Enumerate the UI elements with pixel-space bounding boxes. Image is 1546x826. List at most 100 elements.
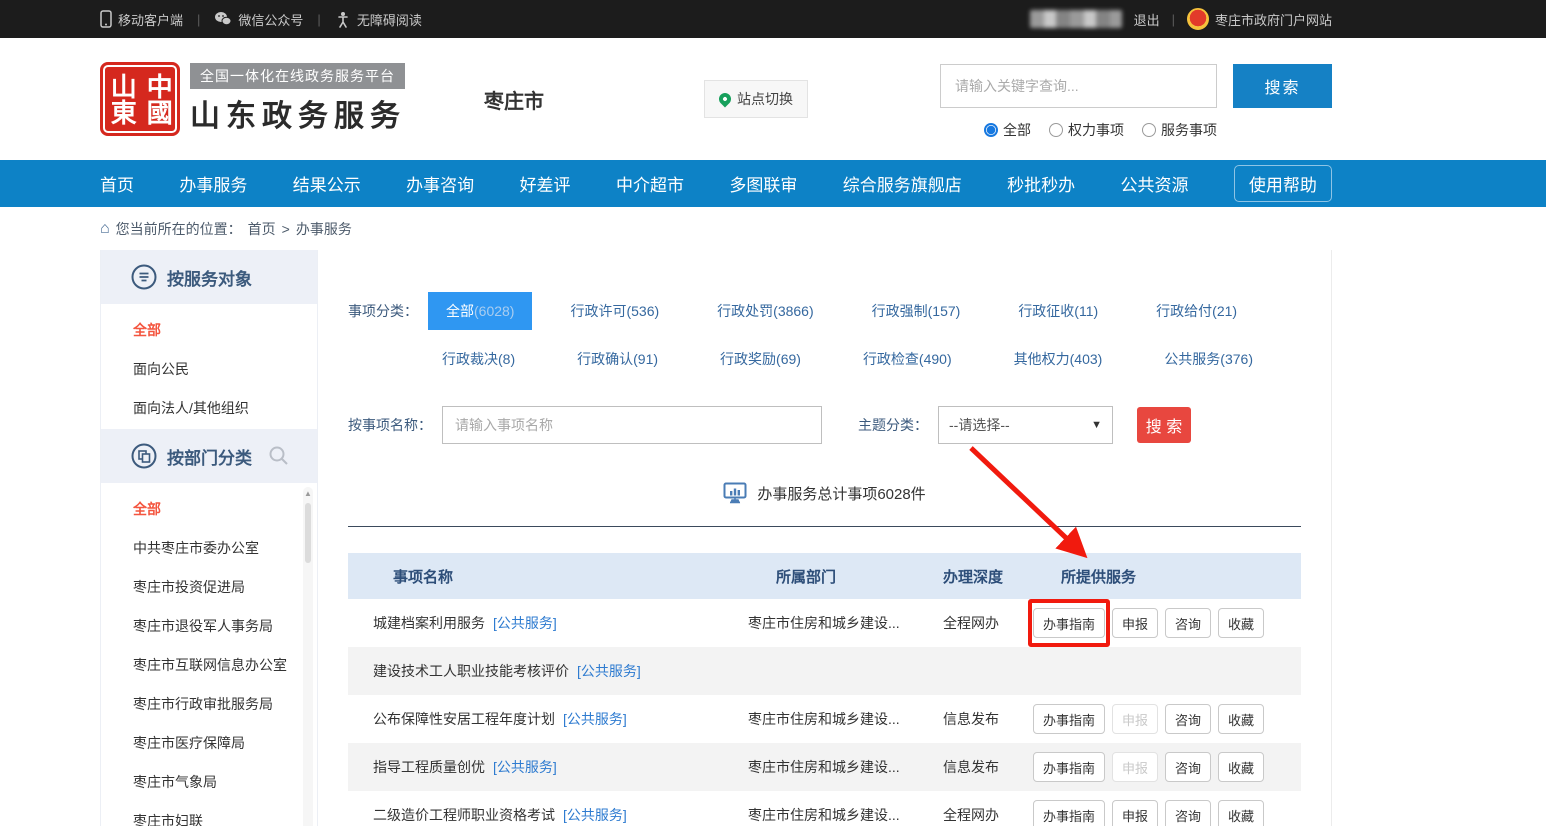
consult-button[interactable]: 咨询 [1165,608,1211,638]
consult-button[interactable]: 咨询 [1165,704,1211,734]
apply-button[interactable]: 申报 [1112,608,1158,638]
col-department: 所属部门 [748,566,943,587]
site-switch-button[interactable]: 站点切换 [704,80,808,118]
department-item[interactable]: 中共枣庄市委办公室 [101,528,317,567]
breadcrumb-current[interactable]: 办事服务 [296,219,352,239]
topic-category-select[interactable]: --请选择-- ▼ [938,406,1113,444]
nav-consult[interactable]: 办事咨询 [406,171,474,196]
keyword-search-input[interactable] [940,64,1217,108]
mobile-client-link[interactable]: 移动客户端 [100,10,183,29]
accessibility-link[interactable]: 无障碍阅读 [335,10,422,29]
category-tab-all[interactable]: 全部(6028) [428,292,532,330]
public-service-tag-link[interactable]: [公共服务] [577,663,641,679]
public-service-tag-link[interactable]: [公共服务] [563,807,627,823]
nav-intermediary[interactable]: 中介超市 [616,171,684,196]
wechat-icon [214,11,232,27]
category-tab[interactable]: 行政给付(21) [1142,292,1251,330]
category-tab[interactable]: 行政处罚(3866) [703,292,827,330]
department-item[interactable]: 枣庄市投资促进局 [101,567,317,606]
item-name-link[interactable]: 二级造价工程师职业资格考试 [373,807,555,823]
item-name-link[interactable]: 建设技术工人职业技能考核评价 [373,663,569,679]
nav-results[interactable]: 结果公示 [293,171,361,196]
item-name-input[interactable] [442,406,822,444]
portal-link[interactable]: 枣庄市政府门户网站 [1187,8,1332,30]
phone-icon [100,10,112,28]
favorite-button[interactable]: 收藏 [1218,752,1264,782]
nav-multi-review[interactable]: 多图联审 [729,171,797,196]
public-service-tag-link[interactable]: [公共服务] [493,615,557,631]
nav-rating[interactable]: 好差评 [520,171,571,196]
nav-public-resources[interactable]: 公共资源 [1121,171,1189,196]
nav-flagship[interactable]: 综合服务旗舰店 [843,171,962,196]
favorite-button[interactable]: 收藏 [1218,800,1264,826]
public-service-tag-link[interactable]: [公共服务] [563,711,627,727]
nav-instant[interactable]: 秒批秒办 [1007,171,1075,196]
category-tab[interactable]: 行政裁决(8) [428,340,529,378]
department-item[interactable]: 枣庄市医疗保障局 [101,723,317,762]
guide-button[interactable]: 办事指南 [1033,704,1105,734]
department-item[interactable]: 枣庄市行政审批服务局 [101,684,317,723]
guide-button[interactable]: 办事指南 [1033,608,1105,638]
category-tab[interactable]: 行政奖励(69) [706,340,815,378]
radio-power-label: 权力事项 [1068,120,1124,140]
category-tab[interactable]: 行政征收(11) [1004,292,1112,330]
category-tab[interactable]: 公共服务(376) [1150,340,1267,378]
username-blurred [1030,10,1122,28]
accessibility-icon [335,11,351,28]
service-object-all[interactable]: 全部 [101,310,317,349]
category-tab[interactable]: 其他权力(403) [1000,340,1117,378]
public-service-tag-link[interactable]: [公共服务] [493,759,557,775]
radio-power-items[interactable]: 权力事项 [1049,120,1124,140]
radio-all[interactable]: 全部 [984,120,1031,140]
service-object-citizen[interactable]: 面向公民 [101,349,317,388]
top-utility-bar: 移动客户端 | 微信公众号 | 无障碍阅读 退出 | 枣庄市政府门户网站 [0,0,1546,38]
item-name-link[interactable]: 公布保障性安居工程年度计划 [373,711,555,727]
apply-button[interactable]: 申报 [1112,800,1158,826]
department-item[interactable]: 枣庄市妇联 [101,801,317,826]
department-all[interactable]: 全部 [101,489,317,528]
wechat-link[interactable]: 微信公众号 [214,10,303,29]
radio-all-label: 全部 [1003,120,1031,140]
scrollbar-thumb[interactable] [305,503,311,563]
guide-button[interactable]: 办事指南 [1033,752,1105,782]
radio-service-label: 服务事项 [1161,120,1217,140]
item-depth: 全程网办 [943,805,1033,825]
category-tab[interactable]: 行政检查(490) [849,340,966,378]
service-object-legal-person[interactable]: 面向法人/其他组织 [101,388,317,427]
favorite-button[interactable]: 收藏 [1218,704,1264,734]
nav-help-button[interactable]: 使用帮助 [1234,165,1332,202]
consult-button[interactable]: 咨询 [1165,752,1211,782]
site-logo-text: 全国一体化在线政务服务平台 山东政务服务 [190,63,406,135]
topic-category-label: 主题分类： [858,415,928,435]
seal-left-chars: 山東 [108,73,137,125]
item-search-button[interactable]: 搜 索 [1137,407,1191,443]
logout-link[interactable]: 退出 [1134,10,1160,29]
department-scrollbar[interactable]: ▲ [303,487,313,826]
category-tab-all-count: (6028) [474,303,514,319]
consult-button[interactable]: 咨询 [1165,800,1211,826]
nav-home[interactable]: 首页 [100,171,134,196]
item-department: 枣庄市住房和城乡建设... [748,613,943,633]
radio-selected-icon [984,123,998,137]
category-tab[interactable]: 行政强制(157) [858,292,975,330]
department-item[interactable]: 枣庄市气象局 [101,762,317,801]
table-row: 指导工程质量创优[公共服务] 枣庄市住房和城乡建设... 信息发布 办事指南 申… [348,743,1301,791]
guide-button[interactable]: 办事指南 [1033,800,1105,826]
favorite-button[interactable]: 收藏 [1218,608,1264,638]
radio-service-items[interactable]: 服务事项 [1142,120,1217,140]
site-header: 山東 中國 全国一体化在线政务服务平台 山东政务服务 枣庄市 站点切换 搜索 全… [0,38,1546,160]
keyword-search-button[interactable]: 搜索 [1233,64,1332,108]
scroll-up-arrow-icon[interactable]: ▲ [304,489,312,498]
category-tab[interactable]: 行政确认(91) [563,340,672,378]
item-name-link[interactable]: 城建档案利用服务 [373,615,485,631]
shandong-seal-logo: 山東 中國 [100,62,180,136]
breadcrumb-home-link[interactable]: 首页 [248,219,276,239]
left-sidebar: 按服务对象 全部 面向公民 面向法人/其他组织 按部门分类 全部 中共枣庄市委办… [100,250,318,826]
breadcrumb-prefix: 您当前所在的位置： [116,219,242,239]
nav-services[interactable]: 办事服务 [179,171,247,196]
department-item[interactable]: 枣庄市退役军人事务局 [101,606,317,645]
department-item[interactable]: 枣庄市互联网信息办公室 [101,645,317,684]
category-tab[interactable]: 行政许可(536) [556,292,673,330]
item-name-link[interactable]: 指导工程质量创优 [373,759,485,775]
search-icon[interactable] [268,445,290,467]
